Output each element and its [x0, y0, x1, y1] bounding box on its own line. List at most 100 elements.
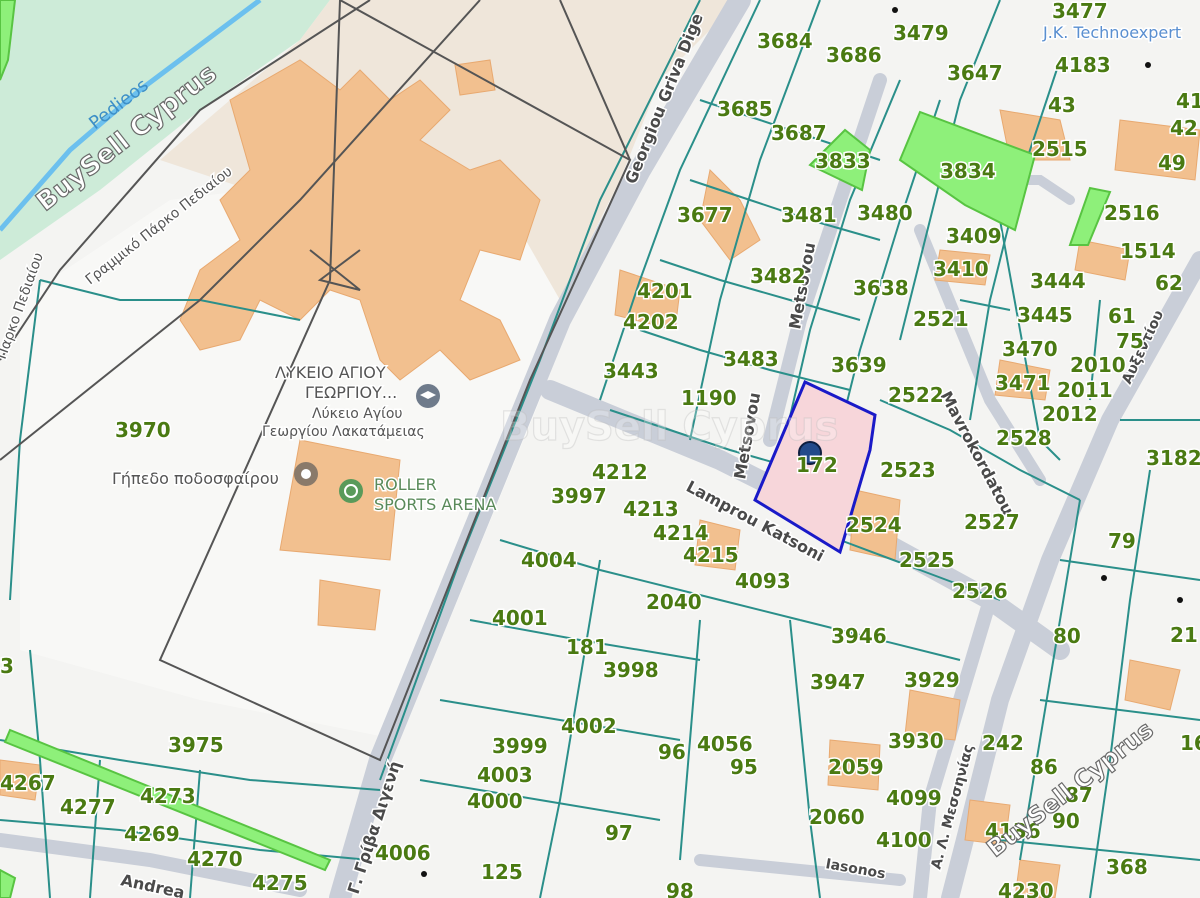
plot-2523: 2523	[880, 458, 936, 482]
watermark-center: BuySell Cyprus	[500, 404, 838, 450]
school-sub-line2: Γεωργίου Λακατάμειας	[262, 424, 425, 440]
sports-venue-icon	[339, 479, 363, 503]
stadium-icon	[294, 462, 318, 486]
plot-3445: 3445	[1017, 303, 1073, 327]
plot-3685: 3685	[717, 97, 773, 121]
plot-2525: 2525	[899, 548, 955, 572]
plot-4277: 4277	[60, 795, 116, 819]
plot-41: 41	[1176, 89, 1200, 113]
plot-4215: 4215	[683, 543, 739, 567]
plot-3998: 3998	[603, 658, 659, 682]
plot-4214: 4214	[653, 521, 709, 545]
plot-3639: 3639	[831, 353, 887, 377]
arena-label-line1: ROLLER	[374, 475, 437, 494]
plot-3470: 3470	[1002, 337, 1058, 361]
map-canvas[interactable]: Pedieos Γραμμικό Πάρκο Πεδιαίου Παρκο Πε…	[0, 0, 1200, 898]
school-sub-line1: Λύκειο Αγίου	[312, 406, 403, 422]
football-field-label: Γήπεδο ποδοσφαίρου	[112, 469, 279, 488]
school-name-line1: ΛΥΚΕΙΟ ΑΓΙΟΥ	[275, 363, 386, 382]
plot-4000: 4000	[467, 789, 523, 813]
plot-3471: 3471	[995, 371, 1051, 395]
plot-2012: 2012	[1042, 402, 1098, 426]
plot-181: 181	[566, 635, 608, 659]
plot-4002: 4002	[561, 714, 617, 738]
plot-95: 95	[730, 755, 758, 779]
plot-80: 80	[1053, 624, 1081, 648]
plot-16: 16	[1180, 731, 1200, 755]
plot-2522: 2522	[888, 383, 944, 407]
plot-4183: 4183	[1055, 53, 1111, 77]
plot-2040: 2040	[646, 590, 702, 614]
plot-3481: 3481	[781, 203, 837, 227]
plot-42: 42	[1170, 116, 1198, 140]
plot-4213: 4213	[623, 497, 679, 521]
plot-2010: 2010	[1070, 353, 1126, 377]
plot-62: 62	[1155, 271, 1183, 295]
plot-3946: 3946	[831, 624, 887, 648]
plot-3684: 3684	[757, 29, 813, 53]
plot-4004: 4004	[521, 548, 577, 572]
plot-3929: 3929	[904, 668, 960, 692]
plot-3477: 3477	[1052, 0, 1108, 23]
plot-3638: 3638	[853, 276, 909, 300]
plot-4267: 4267	[0, 771, 56, 795]
plot-4269: 4269	[124, 822, 180, 846]
plot-3947: 3947	[810, 670, 866, 694]
plot-3997: 3997	[551, 484, 607, 508]
plot-2059: 2059	[828, 755, 884, 779]
business-label: J.K. Technoexpert	[1042, 23, 1181, 42]
plot-1514: 1514	[1120, 239, 1176, 263]
graduation-cap-icon	[416, 384, 440, 408]
school-name-line2: ΓΕΩΡΓΙΟΥ...	[305, 383, 397, 402]
plot-242: 242	[982, 731, 1024, 755]
plot-3410: 3410	[933, 257, 989, 281]
plot-4093: 4093	[735, 569, 791, 593]
plot-4273: 4273	[140, 784, 196, 808]
plot-97: 97	[605, 821, 633, 845]
plot-4099: 4099	[886, 786, 942, 810]
plot-61: 61	[1108, 304, 1136, 328]
plot-3833: 3833	[815, 149, 871, 173]
plot-2060: 2060	[809, 805, 865, 829]
plot-3677: 3677	[677, 203, 733, 227]
plot-2521: 2521	[913, 307, 969, 331]
plot-4212: 4212	[592, 460, 648, 484]
plot-79: 79	[1108, 529, 1136, 553]
plot-3970: 3970	[115, 418, 171, 442]
plot-3482: 3482	[750, 264, 806, 288]
plot-4230: 4230	[998, 879, 1054, 898]
plot-3686: 3686	[826, 43, 882, 67]
plot-21: 21	[1170, 623, 1198, 647]
plot-2526: 2526	[952, 579, 1008, 603]
plot-3975: 3975	[168, 733, 224, 757]
plot-4001: 4001	[492, 606, 548, 630]
plot-2528: 2528	[996, 426, 1052, 450]
plot-4006: 4006	[375, 841, 431, 865]
plot-4003: 4003	[477, 763, 533, 787]
plot-3647: 3647	[947, 61, 1003, 85]
plot-3480: 3480	[857, 201, 913, 225]
plot-98: 98	[666, 879, 694, 898]
plot-3930: 3930	[888, 729, 944, 753]
plot-43: 43	[1048, 93, 1076, 117]
plot-3479: 3479	[893, 21, 949, 45]
plot-3834: 3834	[940, 159, 996, 183]
plot-75: 75	[1116, 329, 1144, 353]
arena-label-line2: SPORTS ARENA	[374, 495, 497, 514]
plot-4201: 4201	[637, 279, 693, 303]
street-mavrokordatou: Mavrokordatou	[936, 388, 1017, 518]
plot-4270: 4270	[187, 847, 243, 871]
plot-2011: 2011	[1057, 378, 1113, 402]
cadastral-map[interactable]: Pedieos Γραμμικό Πάρκο Πεδιαίου Παρκο Πε…	[0, 0, 1200, 898]
plot-3444: 3444	[1030, 269, 1086, 293]
plot-125: 125	[481, 860, 523, 884]
plot-368: 368	[1106, 855, 1148, 879]
plot-3182: 3182	[1146, 446, 1200, 470]
plot-3483: 3483	[723, 347, 779, 371]
plot-49: 49	[1158, 151, 1186, 175]
plot-4056: 4056	[697, 732, 753, 756]
plot-3999: 3999	[492, 734, 548, 758]
plot-3443: 3443	[603, 359, 659, 383]
plot-4275: 4275	[252, 871, 308, 895]
plot-3687: 3687	[771, 121, 827, 145]
